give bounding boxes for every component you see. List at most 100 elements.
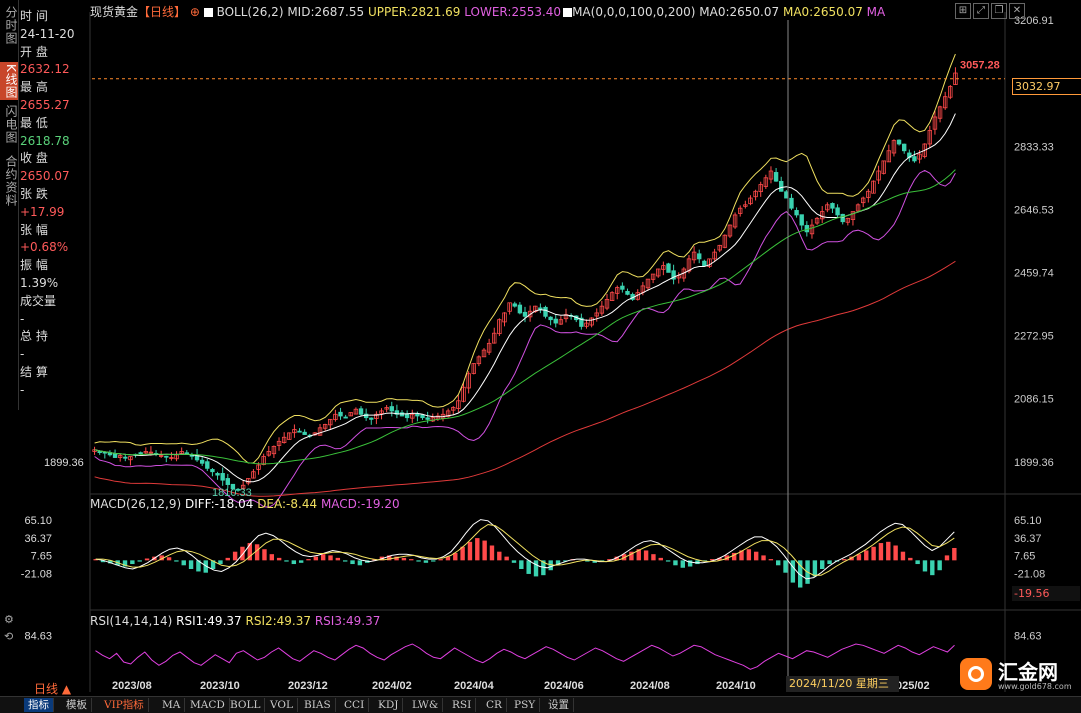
candle-body	[779, 180, 784, 192]
tab-vip-indicator[interactable]: VIP指标	[100, 698, 149, 712]
boll-name[interactable]: BOLL(26,2)	[217, 5, 284, 19]
tab-ma[interactable]: MA	[158, 698, 186, 712]
indicator-lines	[92, 20, 1005, 676]
tab-vol[interactable]: VOL	[266, 698, 298, 712]
settings-gear-icon[interactable]: ⚙	[4, 613, 14, 626]
current-price-tag: 3032.97	[1012, 78, 1081, 95]
candle-body	[620, 285, 625, 290]
fullscreen-icon[interactable]: ⤢	[973, 3, 989, 19]
open-interest-label: 总 持	[20, 329, 48, 344]
tab-timeshare[interactable]: 分时图	[0, 4, 18, 46]
tab-bias[interactable]: BIAS	[300, 698, 336, 712]
candle-body	[543, 306, 548, 317]
macd-panel	[93, 519, 957, 588]
pct-value: +0.68%	[20, 240, 69, 255]
candle-body	[164, 455, 169, 458]
tab-lightning[interactable]: 闪电图	[0, 102, 18, 146]
tab-template[interactable]: 模板	[62, 698, 92, 712]
macd-value: MACD:-19.20	[320, 497, 400, 511]
main-chart-gridlines	[89, 12, 1081, 692]
left-tab-strip: 分时图 K线图 闪电图 合约资料	[0, 0, 19, 410]
tab-boll[interactable]: BOLL	[226, 698, 266, 712]
chart-canvas[interactable]: 3206.912833.332646.532459.742272.952086.…	[0, 0, 1081, 712]
candle-body	[302, 431, 307, 435]
left-price-label: 1899.36	[44, 457, 84, 469]
period-selector[interactable]: 日线 ▲	[34, 680, 71, 697]
boll-mid-line	[94, 113, 956, 483]
grid-icon[interactable]: ⊞	[955, 3, 971, 19]
crosshair-date-tag: 2024/11/20 星期三	[786, 676, 899, 692]
logo-url: www.gold678.com	[998, 682, 1072, 691]
candle-body	[225, 478, 230, 485]
boll-lower-line	[94, 169, 956, 508]
candle-body	[220, 473, 225, 481]
tab-macd[interactable]: MACD	[186, 698, 230, 712]
x-tick-label: 2023/08	[112, 680, 152, 692]
candle-body	[625, 290, 630, 295]
tab-indicator[interactable]: 指标	[24, 698, 54, 712]
tab-kdj[interactable]: KDJ	[374, 698, 404, 712]
period-label[interactable]: 【日线】	[138, 5, 186, 19]
boll-mid: MID:2687.55	[287, 5, 365, 19]
candle-body	[138, 452, 143, 455]
candle-body	[666, 263, 671, 273]
macd-dea-line	[95, 523, 955, 576]
x-tick-label: 2024/10	[716, 680, 756, 692]
quote-info-panel: 时 间 24-11-20 开 盘 2632.12 最 高 2655.27 最 低…	[20, 8, 86, 400]
y-tick-label: 2272.95	[1014, 331, 1054, 343]
ma0-value-a: MA0:2650.07	[699, 5, 780, 19]
boll-upper-line	[94, 53, 956, 464]
candle-body	[548, 316, 553, 321]
candle-body	[215, 473, 220, 476]
candlestick-series	[92, 67, 958, 492]
restore-icon[interactable]: ❐	[991, 3, 1007, 19]
amplitude-label: 振 幅	[20, 258, 48, 273]
change-value: +17.99	[20, 204, 65, 219]
window-controls: ⊞ ⤢ ❐ ✕	[955, 2, 1035, 19]
low-label: 最 低	[20, 115, 48, 130]
rsi1-value: RSI1:49.37	[176, 614, 242, 628]
rsi3-value: RSI3:49.37	[314, 614, 381, 628]
tab-kline[interactable]: K线图	[0, 62, 18, 100]
candle-body	[123, 456, 128, 459]
candle-body	[415, 413, 420, 417]
rsi-y-tick-left: 84.63	[24, 631, 52, 643]
close-icon[interactable]: ✕	[1009, 3, 1025, 19]
boll-swatch-icon	[203, 8, 213, 17]
logo-text: 汇金网	[998, 660, 1058, 684]
macd-header: MACD(26,12,9) DIFF:-18.04 DEA:-8.44 MACD…	[90, 497, 400, 511]
tab-psy[interactable]: PSY	[510, 698, 541, 712]
tab-lw[interactable]: LW&	[408, 698, 444, 712]
candle-body	[896, 139, 902, 145]
open-value: 2632.12	[20, 62, 70, 77]
rsi-name[interactable]: RSI(14,14,14)	[90, 614, 172, 628]
tab-cr[interactable]: CR	[482, 698, 507, 712]
tab-cci[interactable]: CCI	[340, 698, 370, 712]
ma200-line	[94, 260, 956, 497]
candle-body	[517, 304, 523, 314]
tab-contract-info[interactable]: 合约资料	[0, 152, 18, 210]
macd-y-tick-left: -21.08	[21, 568, 52, 580]
tab-rsi[interactable]: RSI	[448, 698, 477, 712]
macd-name[interactable]: MACD(26,12,9)	[90, 497, 181, 511]
x-tick-label: 2023/12	[288, 680, 328, 692]
y-tick-label: 2459.74	[1014, 267, 1054, 279]
candle-body	[697, 253, 702, 260]
reset-icon[interactable]: ⟲	[4, 630, 13, 643]
high-value: 2655.27	[20, 97, 70, 112]
add-indicator-icon[interactable]: ⊕	[190, 5, 200, 19]
candle-body	[830, 203, 835, 209]
amplitude-value: 1.39%	[20, 275, 59, 290]
candle-body	[512, 303, 517, 307]
candle-body	[205, 461, 210, 469]
macd-y-tick-right: -21.08	[1014, 568, 1045, 580]
tab-settings[interactable]: 设置	[544, 698, 574, 712]
candle-body	[389, 406, 394, 412]
candle-body	[522, 311, 528, 317]
candle-body	[789, 197, 794, 209]
volume-value: -	[20, 311, 25, 326]
ma-name[interactable]: MA(0,0,0,100,0,200)	[572, 5, 695, 19]
ma-swatch-icon	[563, 8, 573, 17]
indicator-toolbar: 指标 模板 VIP指标 MA MACD BOLL VOL BIAS CCI KD…	[0, 696, 1081, 713]
macd-y-tick-right: 36.37	[1014, 533, 1042, 545]
